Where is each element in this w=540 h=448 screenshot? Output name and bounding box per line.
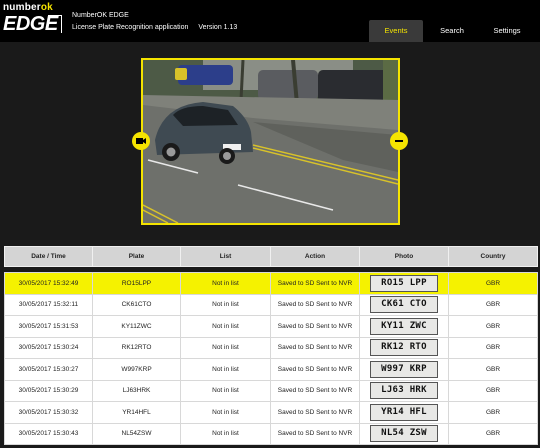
table-row[interactable]: 30/05/2017 15:30:32 YR14HFL Not in list … xyxy=(4,401,538,424)
cell-datetime: 30/05/2017 15:32:49 xyxy=(4,272,93,295)
column-header-plate[interactable]: Plate xyxy=(92,246,181,267)
cell-list: Not in list xyxy=(180,293,271,316)
column-header-photo[interactable]: Photo xyxy=(359,246,449,267)
column-header-datetime[interactable]: Date / Time xyxy=(4,246,93,267)
event-photo-viewer xyxy=(141,58,400,225)
tab-settings[interactable]: Settings xyxy=(481,20,533,42)
cell-list: Not in list xyxy=(180,422,271,445)
table-row[interactable]: 30/05/2017 15:30:24 RK12RTO Not in list … xyxy=(4,336,538,359)
cell-datetime: 30/05/2017 15:30:24 xyxy=(4,336,93,359)
events-table: Date / Time Plate List Action Photo Coun… xyxy=(4,246,538,445)
cell-action: Saved to SD Sent to NVR xyxy=(270,336,360,359)
cell-photo: YR14 HFL xyxy=(359,401,449,424)
brand-logo: numberok EDGE xyxy=(3,2,65,38)
table-row[interactable]: 30/05/2017 15:30:43 NL54ZSW Not in list … xyxy=(4,422,538,445)
cell-country: GBR xyxy=(448,315,538,338)
cell-plate: NL54ZSW xyxy=(92,422,181,445)
cell-photo: NL54 ZSW xyxy=(359,422,449,445)
cell-photo: RO15 LPP xyxy=(359,272,449,295)
cell-plate: LJ63HRK xyxy=(92,379,181,402)
plate-photo[interactable]: RK12 RTO xyxy=(370,339,438,357)
table-header-row: Date / Time Plate List Action Photo Coun… xyxy=(4,246,538,267)
cell-country: GBR xyxy=(448,422,538,445)
cell-list: Not in list xyxy=(180,336,271,359)
next-photo-button[interactable] xyxy=(390,132,408,150)
cell-datetime: 30/05/2017 15:30:29 xyxy=(4,379,93,402)
plate-photo[interactable]: LJ63 HRK xyxy=(370,382,438,400)
cell-action: Saved to SD Sent to NVR xyxy=(270,315,360,338)
cell-action: Saved to SD Sent to NVR xyxy=(270,401,360,424)
cell-plate: RO15LPP xyxy=(92,272,181,295)
cell-country: GBR xyxy=(448,272,538,295)
minus-next-icon xyxy=(395,140,403,142)
cell-country: GBR xyxy=(448,336,538,359)
cell-action: Saved to SD Sent to NVR xyxy=(270,358,360,381)
app-title: NumberOK EDGE xyxy=(72,12,129,19)
cell-plate: KY11ZWC xyxy=(92,315,181,338)
logo-wordmark-top: numberok xyxy=(3,2,53,13)
app-description: License Plate Recognition application xyxy=(72,24,189,31)
plate-photo[interactable]: W997 KRP xyxy=(370,360,438,378)
cell-action: Saved to SD Sent to NVR xyxy=(270,379,360,402)
table-row[interactable]: 30/05/2017 15:31:53 KY11ZWC Not in list … xyxy=(4,315,538,338)
cell-datetime: 30/05/2017 15:30:27 xyxy=(4,358,93,381)
cell-photo: W997 KRP xyxy=(359,358,449,381)
cell-datetime: 30/05/2017 15:31:53 xyxy=(4,315,93,338)
column-header-country[interactable]: Country xyxy=(448,246,538,267)
cell-photo: RK12 RTO xyxy=(359,336,449,359)
cell-country: GBR xyxy=(448,379,538,402)
camera-prev-icon xyxy=(136,138,146,144)
cell-action: Saved to SD Sent to NVR xyxy=(270,422,360,445)
app-version: Version 1.13 xyxy=(198,24,238,31)
table-row-selected[interactable]: 30/05/2017 15:32:49 RO15LPP Not in list … xyxy=(4,272,538,295)
cell-list: Not in list xyxy=(180,401,271,424)
table-row[interactable]: 30/05/2017 15:32:11 CK61CTO Not in list … xyxy=(4,293,538,316)
camera-snapshot-image xyxy=(143,60,398,223)
plate-photo[interactable]: YR14 HFL xyxy=(370,403,438,421)
cell-action: Saved to SD Sent to NVR xyxy=(270,272,360,295)
cell-photo: CK61 CTO xyxy=(359,293,449,316)
table-row[interactable]: 30/05/2017 15:30:29 LJ63HRK Not in list … xyxy=(4,379,538,402)
cell-action: Saved to SD Sent to NVR xyxy=(270,293,360,316)
tab-search[interactable]: Search xyxy=(425,20,479,42)
cell-list: Not in list xyxy=(180,358,271,381)
cell-country: GBR xyxy=(448,293,538,316)
plate-photo[interactable]: CK61 CTO xyxy=(370,296,438,314)
cell-plate: W997KRP xyxy=(92,358,181,381)
cell-datetime: 30/05/2017 15:32:11 xyxy=(4,293,93,316)
logo-mark-icon xyxy=(48,15,62,33)
cell-list: Not in list xyxy=(180,315,271,338)
column-header-action[interactable]: Action xyxy=(270,246,360,267)
cell-datetime: 30/05/2017 15:30:32 xyxy=(4,401,93,424)
cell-list: Not in list xyxy=(180,379,271,402)
cell-country: GBR xyxy=(448,401,538,424)
plate-photo[interactable]: KY11 ZWC xyxy=(370,317,438,335)
cell-plate: CK61CTO xyxy=(92,293,181,316)
plate-photo[interactable]: NL54 ZSW xyxy=(370,425,438,443)
plate-photo[interactable]: RO15 LPP xyxy=(370,274,438,292)
cell-plate: YR14HFL xyxy=(92,401,181,424)
cell-photo: LJ63 HRK xyxy=(359,379,449,402)
cell-photo: KY11 ZWC xyxy=(359,315,449,338)
previous-photo-button[interactable] xyxy=(132,132,150,150)
app-subtitle: License Plate Recognition application Ver… xyxy=(72,24,237,31)
cell-datetime: 30/05/2017 15:30:43 xyxy=(4,422,93,445)
tab-events[interactable]: Events xyxy=(369,20,423,42)
cell-country: GBR xyxy=(448,358,538,381)
table-row[interactable]: 30/05/2017 15:30:27 W997KRP Not in list … xyxy=(4,358,538,381)
cell-list: Not in list xyxy=(180,272,271,295)
cell-plate: RK12RTO xyxy=(92,336,181,359)
app-header: numberok EDGE NumberOK EDGE License Plat… xyxy=(0,0,540,42)
column-header-list[interactable]: List xyxy=(180,246,271,267)
